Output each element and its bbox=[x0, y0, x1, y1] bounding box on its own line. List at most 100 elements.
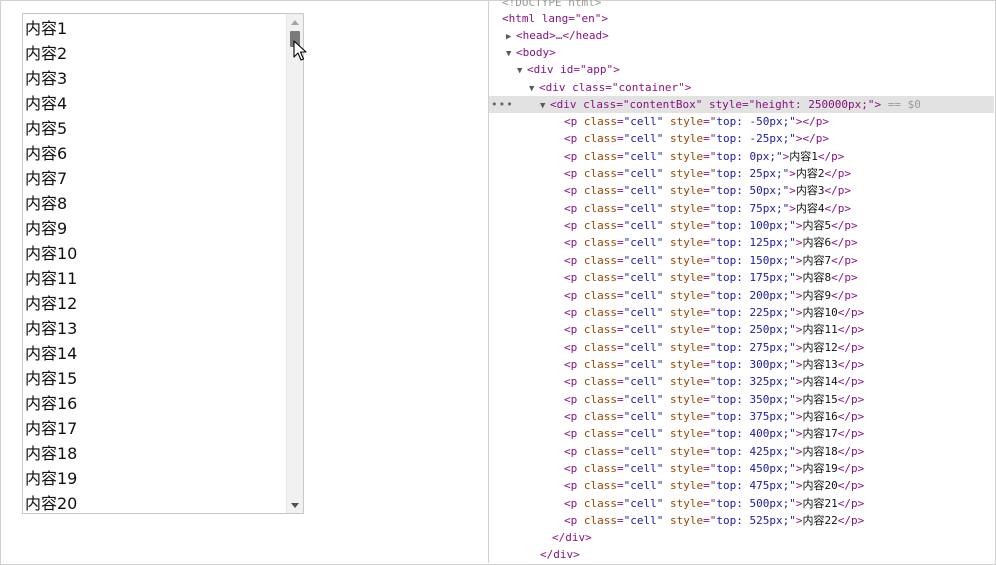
cell-node[interactable]: <p class="cell" style="top: 50px;">内容3</… bbox=[564, 182, 994, 199]
cell-node[interactable]: <p class="cell" style="top: 125px;">内容6<… bbox=[564, 234, 994, 251]
attr-value: " bbox=[789, 409, 796, 423]
attr-name: style bbox=[670, 323, 704, 337]
tag-punct: <p bbox=[564, 357, 584, 371]
attr-value: "cell" bbox=[623, 392, 664, 406]
cell-node[interactable]: <p class="cell" style="top: 400px;">内容17… bbox=[564, 425, 994, 442]
tag-punct bbox=[663, 514, 670, 527]
list-item: 内容15 bbox=[25, 369, 78, 388]
cell-node[interactable]: <p class="cell" style="top: 500px;">内容21… bbox=[564, 495, 994, 512]
cell-node[interactable]: <p class="cell" style="top: 100px;">内容5<… bbox=[564, 217, 994, 234]
cell-node[interactable]: <p class="cell" style="top: 225px;">内容10… bbox=[564, 304, 994, 321]
attr-value: top: bbox=[716, 496, 750, 510]
list-item: 内容11 bbox=[25, 269, 78, 288]
attr-value: top: bbox=[716, 132, 750, 146]
cell-text: 内容2 bbox=[795, 167, 825, 181]
tag-punct: > bbox=[795, 288, 803, 302]
attr-value: top: bbox=[716, 149, 750, 163]
tag-punct: > bbox=[795, 357, 803, 371]
tag-punct: =" bbox=[703, 271, 717, 285]
cell-node[interactable]: <p class="cell" style="top: -50px;"></p> bbox=[564, 113, 994, 130]
app-node[interactable]: ▼ <div id="app"> bbox=[517, 61, 994, 78]
tag-punct bbox=[663, 254, 670, 267]
cell-top: 50px; bbox=[749, 184, 783, 198]
cell-text: 内容1 bbox=[789, 149, 818, 163]
attr-value: "cell" bbox=[623, 357, 664, 371]
list-item: 内容8 bbox=[25, 194, 68, 213]
attr-value: "cell" bbox=[623, 323, 664, 337]
expand-down-icon[interactable]: ▼ bbox=[506, 46, 516, 63]
attr-name: class bbox=[583, 375, 617, 389]
attr-name: style bbox=[670, 479, 704, 493]
cell-node[interactable]: <p class="cell" style="top: 175px;">内容8<… bbox=[564, 269, 994, 286]
attr-name: style bbox=[670, 288, 704, 302]
tag-punct: =" bbox=[703, 219, 717, 233]
cell-node[interactable]: <p class="cell" style="top: 350px;">内容15… bbox=[564, 391, 994, 408]
cell-node[interactable]: <p class="cell" style="top: 250px;">内容11… bbox=[564, 321, 994, 338]
tag-punct: </p> bbox=[837, 409, 865, 423]
cell-node[interactable]: <p class="cell" style="top: -25px;"></p> bbox=[564, 130, 994, 147]
list-item: 内容16 bbox=[25, 394, 78, 413]
contentbox-tag: <div class="contentBox" style="height: 2… bbox=[550, 98, 882, 111]
attr-value: "cell" bbox=[623, 340, 664, 354]
cell-node[interactable]: <p class="cell" style="top: 200px;">内容9<… bbox=[564, 287, 994, 304]
more-options-icon[interactable]: ••• bbox=[491, 96, 514, 113]
cell-top: 200px; bbox=[749, 288, 790, 302]
cell-top: 0px; bbox=[749, 149, 777, 163]
cell-top: 450px; bbox=[749, 462, 790, 475]
cell-node[interactable]: <p class="cell" style="top: 275px;">内容12… bbox=[564, 339, 994, 356]
tag-punct: = bbox=[617, 219, 624, 233]
tag-punct: > bbox=[795, 236, 803, 250]
tag-punct: <p bbox=[564, 375, 584, 389]
cell-text: 内容18 bbox=[802, 444, 838, 458]
tag-punct: </p> bbox=[837, 392, 865, 406]
tag-punct: <p bbox=[564, 184, 584, 198]
cell-node[interactable]: <p class="cell" style="top: 425px;">内容18… bbox=[564, 443, 994, 460]
tag-punct: = bbox=[617, 305, 624, 319]
attr-name: class bbox=[583, 479, 617, 493]
tag-punct: </p> bbox=[837, 305, 865, 319]
cell-node[interactable]: <p class="cell" style="top: 475px;">内容20… bbox=[564, 477, 994, 494]
cell-node[interactable]: <p class="cell" style="top: 375px;">内容16… bbox=[564, 408, 994, 425]
body-node[interactable]: ▼ <body> bbox=[506, 44, 994, 61]
list-item: 内容5 bbox=[25, 119, 68, 138]
contentbox-node[interactable]: ••• ▼ <div class="contentBox" style="heigh… bbox=[489, 96, 994, 113]
container-node[interactable]: ▼ <div class="container"> bbox=[529, 79, 994, 96]
tag-punct bbox=[663, 167, 670, 180]
cell-text: 内容3 bbox=[795, 184, 825, 198]
attr-value: "cell" bbox=[623, 115, 664, 128]
cell-node[interactable]: <p class="cell" style="top: 0px;">内容1</p… bbox=[564, 148, 994, 165]
html-node[interactable]: <html lang="en"> bbox=[502, 10, 994, 27]
cell-node[interactable]: <p class="cell" style="top: 25px;">内容2</… bbox=[564, 165, 994, 182]
html-tag: <html lang="en"> bbox=[502, 12, 608, 25]
attr-name: class bbox=[583, 462, 617, 475]
cell-top: 475px; bbox=[749, 479, 790, 493]
attr-name: class bbox=[583, 305, 617, 319]
attr-name: style bbox=[670, 409, 704, 423]
attr-value: "cell" bbox=[623, 132, 664, 146]
attr-value: top: bbox=[716, 167, 750, 181]
attr-name: class bbox=[583, 253, 617, 267]
cell-node[interactable]: <p class="cell" style="top: 450px;">内容19… bbox=[564, 460, 994, 477]
cell-node[interactable]: <p class="cell" style="top: 325px;">内容14… bbox=[564, 373, 994, 390]
attr-value: "cell" bbox=[623, 462, 664, 475]
list-scrollbar[interactable] bbox=[286, 14, 303, 513]
expand-down-icon[interactable]: ▼ bbox=[517, 63, 527, 80]
tag-punct: = bbox=[617, 115, 624, 128]
tag-punct: > bbox=[795, 427, 803, 441]
scroll-down-arrow[interactable] bbox=[287, 497, 303, 513]
virtual-list[interactable]: 内容1 内容2 内容3 内容4 内容5 内容6 内容7 内容8 内容9 内容10 内容11 内容12 内… bbox=[22, 13, 304, 514]
list-item: 内容18 bbox=[25, 444, 78, 463]
cell-node[interactable]: <p class="cell" style="top: 525px;">内容22… bbox=[564, 512, 994, 529]
cell-node[interactable]: <p class="cell" style="top: 300px;">内容13… bbox=[564, 356, 994, 373]
attr-value: " bbox=[789, 236, 796, 250]
cell-node[interactable]: <p class="cell" style="top: 150px;">内容7<… bbox=[564, 252, 994, 269]
tag-punct: = bbox=[617, 496, 624, 510]
tag-punct bbox=[663, 306, 670, 319]
scroll-up-arrow[interactable] bbox=[287, 14, 303, 30]
cell-node[interactable]: <p class="cell" style="top: 75px;">内容4</… bbox=[564, 200, 994, 217]
attr-value: " bbox=[789, 375, 796, 389]
head-node[interactable]: ▶ <head>…</head> bbox=[506, 27, 994, 44]
attr-value: "cell" bbox=[623, 496, 664, 510]
expand-down-icon[interactable]: ▼ bbox=[540, 98, 550, 115]
tag-punct: <p bbox=[564, 288, 584, 302]
